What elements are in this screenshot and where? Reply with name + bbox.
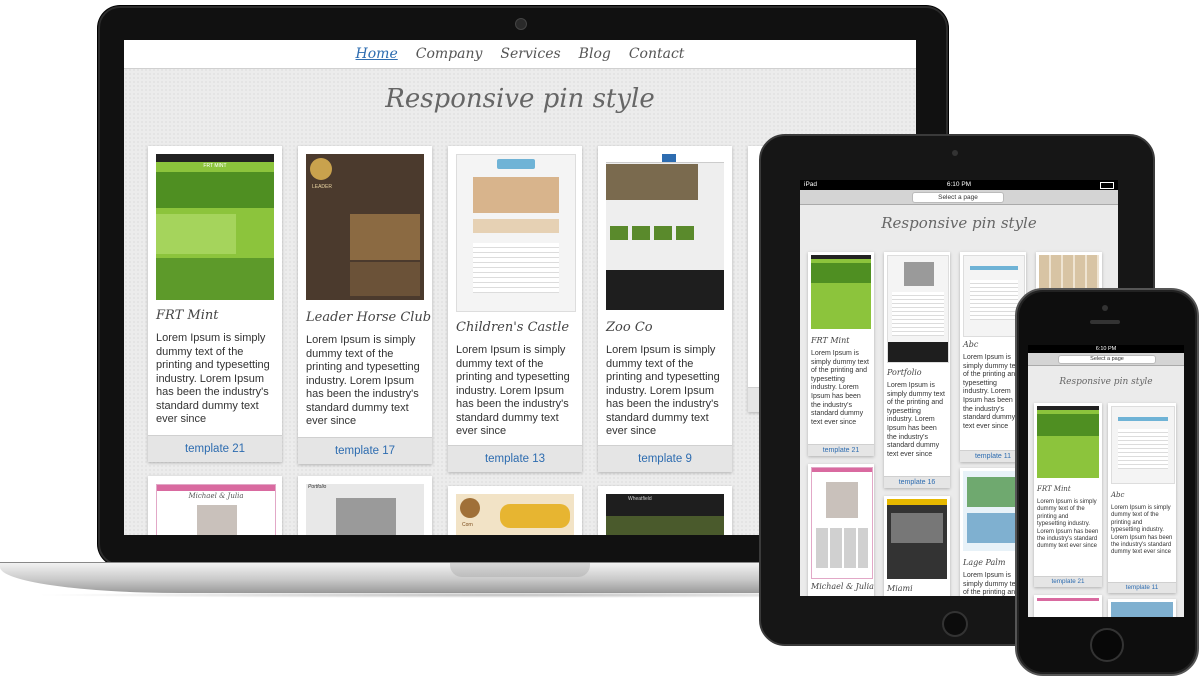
tablet-home-button[interactable] bbox=[942, 611, 968, 637]
thumb-caption: FRT MINT bbox=[203, 163, 227, 169]
pin-title: Children's Castle bbox=[456, 320, 570, 335]
thumb-caption: LEADER bbox=[311, 184, 332, 190]
pin-title: FRT Mint bbox=[1037, 485, 1071, 493]
tablet-camera bbox=[952, 150, 958, 156]
nav-home[interactable]: Home bbox=[356, 46, 398, 62]
pin-card: Abc Lorem Ipsum is simply dummy text of … bbox=[1108, 403, 1176, 593]
pin-card: Portfolio Lorem Ipsum is simply dummy te… bbox=[884, 252, 950, 488]
pin-description: Lorem Ipsum is simply dummy text of the … bbox=[963, 572, 1021, 596]
status-bar: iPad 6:10 PM bbox=[800, 180, 1118, 190]
pin-card: FRT MINT FRT Mint Lorem Ipsum is simply … bbox=[148, 146, 282, 462]
pin-description: Lorem Ipsum is simply dummy text of the … bbox=[1111, 505, 1173, 556]
template-thumbnail[interactable] bbox=[606, 154, 724, 310]
pin-description: Lorem Ipsum is simply dummy text of the … bbox=[606, 344, 720, 437]
template-button[interactable]: template 16 bbox=[884, 476, 950, 488]
template-button[interactable]: template 9 bbox=[598, 445, 732, 472]
template-thumbnail[interactable]: LEADER bbox=[306, 154, 424, 300]
pin-card: FRT Mint Lorem Ipsum is simply dummy tex… bbox=[808, 252, 874, 456]
pin-description: Lorem Ipsum is simply dummy text of the … bbox=[887, 382, 945, 458]
page-title: Responsive pin style bbox=[385, 84, 655, 114]
pin-card: Michael & Julia bbox=[808, 464, 874, 596]
template-thumbnail[interactable] bbox=[811, 467, 873, 579]
template-thumbnail[interactable]: FRT MINT bbox=[156, 154, 274, 300]
template-button[interactable]: template 17 bbox=[298, 437, 432, 464]
pin-description: Lorem Ipsum is simply dummy text of the … bbox=[306, 334, 420, 427]
pin-card: Wheatfield bbox=[598, 486, 732, 535]
template-thumbnail[interactable]: Corn bbox=[456, 494, 574, 535]
pin-title: Lage Palm bbox=[963, 558, 1006, 567]
pin-card: Children's Castle Lorem Ipsum is simply … bbox=[448, 146, 582, 472]
pin-card: Corn bbox=[448, 486, 582, 535]
pin-card: LEADER Leader Horse Club Lorem Ipsum is … bbox=[298, 146, 432, 464]
template-thumbnail[interactable] bbox=[1111, 406, 1175, 484]
pin-description: Lorem Ipsum is simply dummy text of the … bbox=[156, 332, 270, 425]
status-time: 6:10 PM bbox=[1095, 346, 1117, 352]
template-button[interactable]: template 13 bbox=[448, 445, 582, 472]
thumb-caption: Corn bbox=[462, 522, 473, 528]
nav-services[interactable]: Services bbox=[500, 46, 560, 62]
pin-card: Miami bbox=[884, 496, 950, 596]
pin-title: Michael & Julia bbox=[811, 582, 874, 591]
pin-title: Abc bbox=[1111, 491, 1125, 499]
phone-home-button[interactable] bbox=[1090, 628, 1124, 662]
laptop-notch bbox=[450, 563, 590, 577]
template-thumbnail[interactable]: Michael & Julia bbox=[156, 484, 276, 535]
pin-card bbox=[1108, 599, 1176, 617]
template-thumbnail[interactable]: Wheatfield bbox=[606, 494, 724, 535]
nav-contact[interactable]: Contact bbox=[629, 46, 685, 62]
pin-title: FRT Mint bbox=[811, 336, 850, 345]
page-select-bar: Select a page bbox=[800, 190, 1118, 205]
template-button[interactable]: template 21 bbox=[148, 435, 282, 462]
pin-card: FRT Mint Lorem Ipsum is simply dummy tex… bbox=[1034, 403, 1102, 587]
phone-camera bbox=[1102, 305, 1108, 311]
phone-speaker bbox=[1090, 320, 1120, 324]
pin-card: Zoo Co Lorem Ipsum is simply dummy text … bbox=[598, 146, 732, 472]
status-time: 6:10 PM bbox=[946, 181, 972, 188]
pin-description: Lorem Ipsum is simply dummy text of the … bbox=[1037, 499, 1099, 550]
template-thumbnail[interactable] bbox=[1037, 406, 1099, 478]
pin-title: FRT Mint bbox=[156, 308, 219, 323]
template-button[interactable]: template 11 bbox=[1108, 582, 1176, 593]
pin-card: Portfolio bbox=[298, 476, 432, 535]
page-title: Responsive pin style bbox=[1059, 377, 1153, 387]
page-select[interactable]: Select a page bbox=[912, 192, 1004, 203]
pin-description: Lorem Ipsum is simply dummy text of the … bbox=[811, 350, 869, 426]
page-title: Responsive pin style bbox=[881, 214, 1037, 232]
top-nav: Home Company Services Blog Contact bbox=[124, 40, 916, 69]
template-button[interactable]: template 21 bbox=[1034, 576, 1102, 587]
page-select-bar: Select a page bbox=[1028, 353, 1184, 366]
template-thumbnail[interactable] bbox=[887, 255, 949, 363]
pin-title: Portfolio bbox=[887, 368, 922, 377]
phone-screen: 6:10 PM Select a page Responsive pin sty… bbox=[1028, 345, 1184, 617]
pin-title: Zoo Co bbox=[606, 320, 653, 335]
template-thumbnail[interactable] bbox=[887, 499, 947, 579]
battery-icon bbox=[1100, 182, 1114, 189]
template-thumbnail[interactable] bbox=[963, 471, 1023, 551]
pin-card: Michael & Julia bbox=[148, 476, 282, 535]
pin-title: Abc bbox=[963, 340, 979, 349]
template-thumbnail[interactable]: Portfolio bbox=[306, 484, 424, 535]
template-button[interactable]: template 21 bbox=[808, 444, 874, 456]
template-thumbnail[interactable] bbox=[811, 255, 871, 329]
page-select[interactable]: Select a page bbox=[1058, 355, 1156, 364]
nav-company[interactable]: Company bbox=[416, 46, 483, 62]
laptop-camera bbox=[515, 18, 527, 30]
nav-blog[interactable]: Blog bbox=[579, 46, 611, 62]
thumb-caption: Michael & Julia bbox=[188, 492, 244, 500]
thumb-caption: Portfolio bbox=[308, 484, 327, 490]
pin-title: Leader Horse Club bbox=[306, 310, 432, 325]
pin-title: Miami bbox=[887, 584, 913, 593]
template-thumbnail[interactable] bbox=[456, 154, 576, 312]
pin-description: Lorem Ipsum is simply dummy text of the … bbox=[456, 344, 570, 437]
status-bar: 6:10 PM bbox=[1028, 345, 1184, 353]
thumb-caption: Wheatfield bbox=[628, 496, 652, 502]
pin-description: Lorem Ipsum is simply dummy text of the … bbox=[963, 354, 1021, 430]
pin-card bbox=[1034, 595, 1102, 617]
